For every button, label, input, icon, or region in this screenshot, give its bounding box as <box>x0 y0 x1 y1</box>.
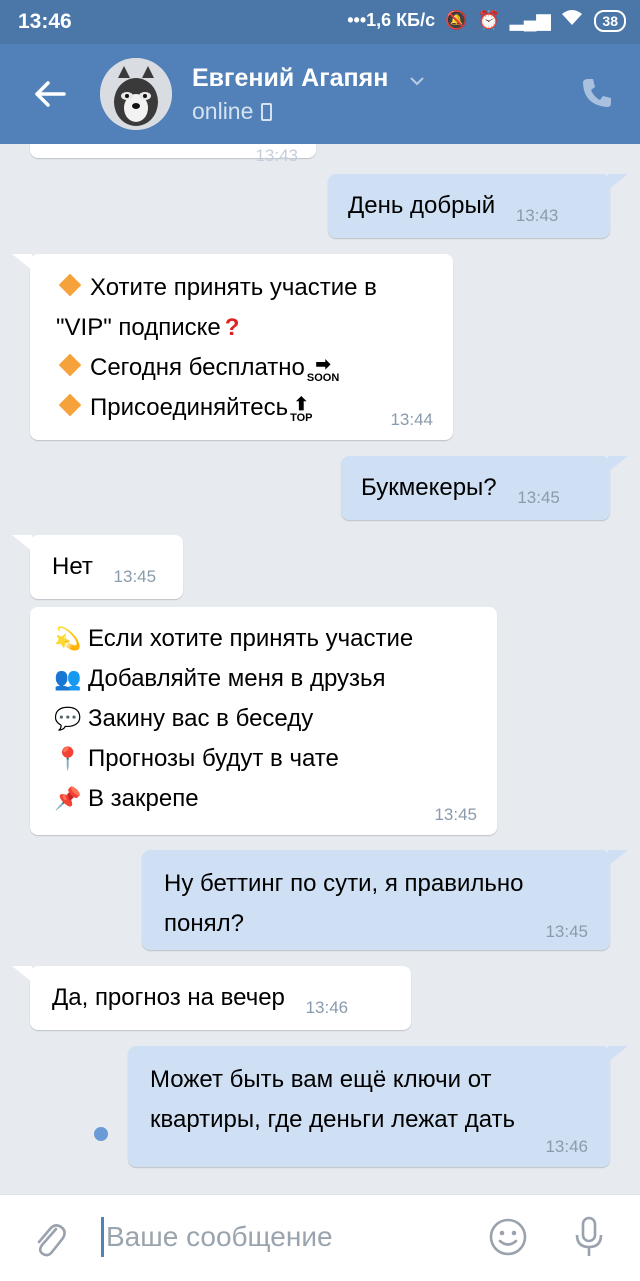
message-text: Нет <box>52 553 93 580</box>
chat-header: Евгений Агапян online <box>0 44 640 144</box>
phone-call-icon[interactable] <box>580 76 614 110</box>
message-time: 13:46 <box>545 1137 588 1156</box>
back-arrow-icon[interactable] <box>30 74 70 114</box>
message-bubble-incoming[interactable]: Да, прогноз на вечер 13:46 <box>12 966 411 1030</box>
status-bar: 13:46 •••1,6 КБ/с 🔕 ⏰ ▂▄▆ 38 <box>0 0 640 44</box>
message-bubble-incoming[interactable]: 💫 Если хотите принять участие 👥 Добавляйте… <box>30 607 497 835</box>
text-cursor <box>101 1217 104 1257</box>
presence-status: online <box>192 98 273 125</box>
message-time: 13:45 <box>434 805 477 824</box>
orange-diamond-icon <box>58 273 82 297</box>
signal-icon: ▂▄▆ <box>509 10 551 30</box>
message-text: Букмекеры? <box>361 474 497 501</box>
message-time: 13:43 <box>255 146 298 165</box>
unread-indicator <box>94 1127 108 1141</box>
people-icon: 👥 <box>54 666 82 691</box>
emoji-smile-icon[interactable] <box>488 1217 528 1257</box>
pin-icon: 📍 <box>54 746 82 771</box>
message-bubble-outgoing[interactable]: Букмекеры? 13:45 <box>341 456 628 520</box>
dizzy-star-icon: 💫 <box>54 626 82 651</box>
message-bubble-incoming[interactable]: 13:43 <box>30 144 316 165</box>
contact-name[interactable]: Евгений Агапян <box>192 64 388 93</box>
speech-bubble-icon: 💬 <box>54 706 82 731</box>
message-bubble-incoming[interactable]: Хотите принять участие в "VIP" подписке?… <box>12 254 453 440</box>
alarm-icon: ⏰ <box>477 10 500 30</box>
battery-icon: 38 <box>594 9 626 32</box>
mobile-device-icon <box>261 102 273 121</box>
message-bubble-incoming[interactable]: Нет 13:45 <box>12 535 183 599</box>
top-arrow-icon: ⬆ TOP <box>290 394 313 424</box>
status-time: 13:46 <box>18 10 72 33</box>
network-speed: •••1,6 КБ/с <box>347 10 436 30</box>
message-text: День добрый <box>348 192 496 219</box>
message-time: 13:46 <box>305 998 349 1017</box>
orange-diamond-icon <box>58 353 82 377</box>
message-time: 13:45 <box>113 567 157 586</box>
message-time: 13:45 <box>517 488 560 507</box>
orange-diamond-icon <box>58 393 82 417</box>
message-text: Да, прогноз на вечер <box>52 984 285 1011</box>
microphone-icon[interactable] <box>572 1215 606 1259</box>
pushpin-icon: 📌 <box>54 786 82 811</box>
soon-arrow-icon: ➡ SOON <box>306 354 340 384</box>
message-time: 13:45 <box>545 922 588 941</box>
mute-icon: 🔕 <box>445 10 468 30</box>
chevron-down-icon[interactable] <box>408 72 426 90</box>
wifi-icon <box>560 9 584 32</box>
message-bubble-outgoing[interactable]: Ну беттинг по сути, я правильно понял? 1… <box>142 850 628 950</box>
paperclip-icon[interactable] <box>32 1219 68 1259</box>
status-icons: •••1,6 КБ/с 🔕 ⏰ ▂▄▆ 38 <box>347 9 626 32</box>
message-list[interactable]: 13:43 День добрый 13:43 Хотите принять у… <box>0 144 640 1194</box>
message-composer: Ваше сообщение <box>0 1194 640 1281</box>
avatar[interactable] <box>100 58 172 130</box>
message-bubble-outgoing[interactable]: Может быть вам ещё ключи от квартиры, гд… <box>128 1046 628 1167</box>
message-time: 13:44 <box>390 410 433 429</box>
message-time: 13:43 <box>515 206 559 225</box>
question-mark-icon: ? <box>224 314 240 341</box>
message-input[interactable]: Ваше сообщение <box>106 1221 333 1253</box>
message-bubble-outgoing[interactable]: День добрый 13:43 <box>328 174 628 238</box>
